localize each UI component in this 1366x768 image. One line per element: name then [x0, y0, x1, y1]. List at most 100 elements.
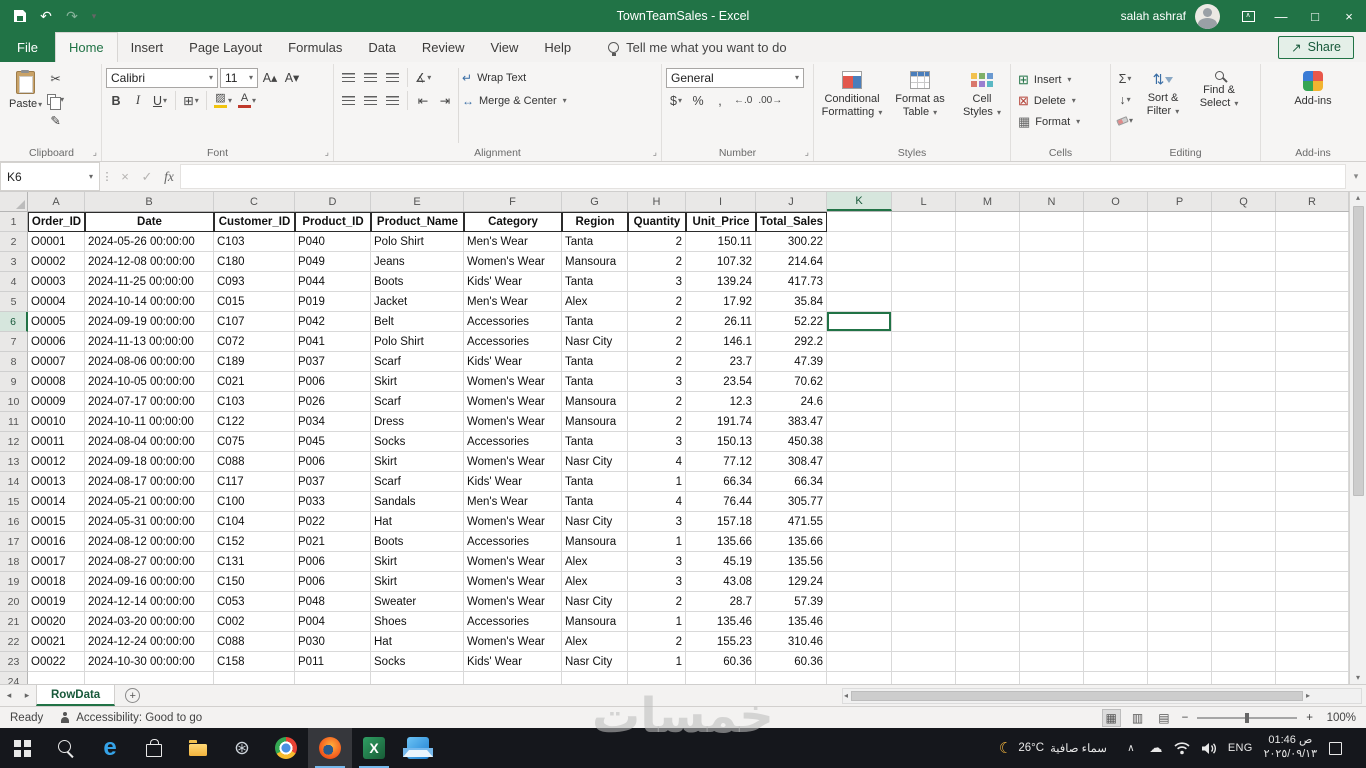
column-header-Q[interactable]: Q — [1212, 192, 1276, 211]
cell-O23[interactable] — [1084, 652, 1148, 672]
add-ins-button[interactable]: Add-ins — [1285, 66, 1341, 145]
cell-A6[interactable]: O0005 — [28, 312, 85, 332]
row-header-10[interactable]: 10 — [0, 392, 28, 412]
row-header-8[interactable]: 8 — [0, 352, 28, 372]
cell-G19[interactable]: Alex — [562, 572, 628, 592]
cell-P19[interactable] — [1148, 572, 1212, 592]
new-sheet-button[interactable]: + — [125, 688, 141, 703]
zoom-slider-thumb[interactable] — [1245, 712, 1250, 723]
cell-C11[interactable]: C122 — [214, 412, 295, 432]
row-header-17[interactable]: 17 — [0, 532, 28, 552]
cell-F2[interactable]: Men's Wear — [464, 232, 562, 252]
enter-icon[interactable]: ✓ — [136, 162, 158, 191]
weather-widget[interactable]: ☾ 26°C سماء صافية — [993, 739, 1113, 757]
cell-C9[interactable]: C021 — [214, 372, 295, 392]
cell-C3[interactable]: C180 — [214, 252, 295, 272]
cell-P6[interactable] — [1148, 312, 1212, 332]
fill-icon[interactable]: ↓ ▾ — [1115, 90, 1135, 109]
cell-A14[interactable]: O0013 — [28, 472, 85, 492]
cell-J7[interactable]: 292.2 — [756, 332, 827, 352]
cell-D8[interactable]: P037 — [295, 352, 371, 372]
cell-K15[interactable] — [827, 492, 892, 512]
cell-D23[interactable]: P011 — [295, 652, 371, 672]
cell-O1[interactable] — [1084, 212, 1148, 232]
row-header-18[interactable]: 18 — [0, 552, 28, 572]
cell-Q6[interactable] — [1212, 312, 1276, 332]
ribbon-tab-data[interactable]: Data — [355, 32, 408, 62]
action-center-icon[interactable] — [1328, 741, 1342, 755]
volume-icon[interactable] — [1201, 742, 1217, 755]
cell-D17[interactable]: P021 — [295, 532, 371, 552]
cell-O13[interactable] — [1084, 452, 1148, 472]
column-header-R[interactable]: R — [1276, 192, 1349, 211]
hscroll-left-icon[interactable]: ◂ — [843, 690, 849, 702]
formula-bar-expand-icon[interactable]: ▾ — [1346, 162, 1366, 191]
cell-H15[interactable]: 4 — [628, 492, 686, 512]
cell-J21[interactable]: 135.46 — [756, 612, 827, 632]
cell-B15[interactable]: 2024-05-21 00:00:00 — [85, 492, 214, 512]
cell-L4[interactable] — [892, 272, 956, 292]
row-header-16[interactable]: 16 — [0, 512, 28, 532]
cell-K4[interactable] — [827, 272, 892, 292]
cell-B14[interactable]: 2024-08-17 00:00:00 — [85, 472, 214, 492]
cell-A5[interactable]: O0004 — [28, 292, 85, 312]
cell-M8[interactable] — [956, 352, 1020, 372]
cell-M2[interactable] — [956, 232, 1020, 252]
ribbon-tab-formulas[interactable]: Formulas — [275, 32, 355, 62]
onedrive-icon[interactable]: ☁ — [1149, 740, 1163, 756]
cell-E6[interactable]: Belt — [371, 312, 464, 332]
row-header-15[interactable]: 15 — [0, 492, 28, 512]
cell-H7[interactable]: 2 — [628, 332, 686, 352]
wifi-icon[interactable] — [1174, 741, 1190, 755]
cell-N1[interactable] — [1020, 212, 1084, 232]
scissors-icon[interactable]: ✂ — [45, 69, 66, 88]
cell-G4[interactable]: Tanta — [562, 272, 628, 292]
cell-O18[interactable] — [1084, 552, 1148, 572]
cell-J23[interactable]: 60.36 — [756, 652, 827, 672]
cell-C14[interactable]: C117 — [214, 472, 295, 492]
cell-N8[interactable] — [1020, 352, 1084, 372]
cell-K9[interactable] — [827, 372, 892, 392]
cell-P5[interactable] — [1148, 292, 1212, 312]
cell-N16[interactable] — [1020, 512, 1084, 532]
cell-A7[interactable]: O0006 — [28, 332, 85, 352]
cell-N22[interactable] — [1020, 632, 1084, 652]
increase-indent-icon[interactable]: ⇥ — [435, 91, 455, 110]
cell-Q13[interactable] — [1212, 452, 1276, 472]
cell-R16[interactable] — [1276, 512, 1349, 532]
cell-O7[interactable] — [1084, 332, 1148, 352]
cell-E24[interactable] — [371, 672, 464, 684]
column-header-A[interactable]: A — [28, 192, 85, 211]
accessibility-status[interactable]: Accessibility: Good to go — [59, 711, 202, 724]
column-header-O[interactable]: O — [1084, 192, 1148, 211]
cell-F20[interactable]: Women's Wear — [464, 592, 562, 612]
cell-B17[interactable]: 2024-08-12 00:00:00 — [85, 532, 214, 552]
cell-M16[interactable] — [956, 512, 1020, 532]
cell-N23[interactable] — [1020, 652, 1084, 672]
row-header-5[interactable]: 5 — [0, 292, 28, 312]
cell-G20[interactable]: Nasr City — [562, 592, 628, 612]
cell-E9[interactable]: Skirt — [371, 372, 464, 392]
cell-G21[interactable]: Mansoura — [562, 612, 628, 632]
cell-L16[interactable] — [892, 512, 956, 532]
cell-R18[interactable] — [1276, 552, 1349, 572]
cell-R17[interactable] — [1276, 532, 1349, 552]
cell-I19[interactable]: 43.08 — [686, 572, 756, 592]
cell-F9[interactable]: Women's Wear — [464, 372, 562, 392]
cell-L9[interactable] — [892, 372, 956, 392]
align-right-icon[interactable] — [382, 91, 402, 110]
scroll-up-icon[interactable]: ▴ — [1355, 192, 1361, 204]
cell-R13[interactable] — [1276, 452, 1349, 472]
cell-B13[interactable]: 2024-09-18 00:00:00 — [85, 452, 214, 472]
cell-N9[interactable] — [1020, 372, 1084, 392]
column-header-E[interactable]: E — [371, 192, 464, 211]
cell-F14[interactable]: Kids' Wear — [464, 472, 562, 492]
cell-M11[interactable] — [956, 412, 1020, 432]
cell-K19[interactable] — [827, 572, 892, 592]
cell-I4[interactable]: 139.24 — [686, 272, 756, 292]
row-header-12[interactable]: 12 — [0, 432, 28, 452]
cell-styles-button[interactable]: Cell Styles ▾ — [954, 66, 1010, 145]
cell-G8[interactable]: Tanta — [562, 352, 628, 372]
cell-D20[interactable]: P048 — [295, 592, 371, 612]
cell-N20[interactable] — [1020, 592, 1084, 612]
